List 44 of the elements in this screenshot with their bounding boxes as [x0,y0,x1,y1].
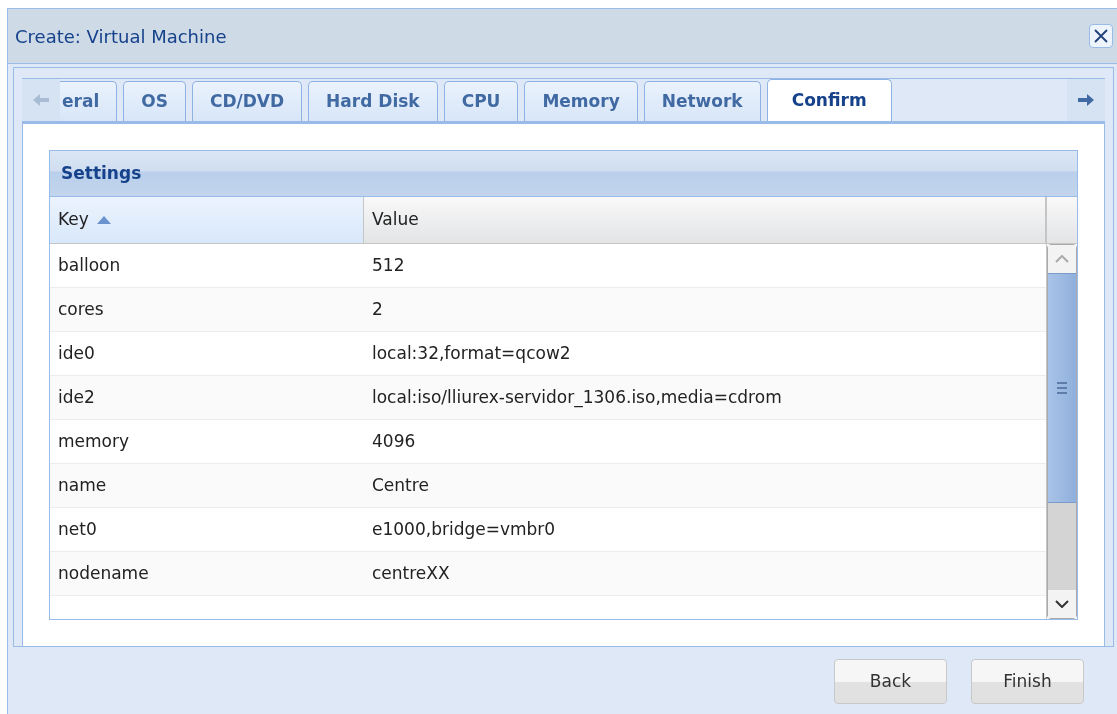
table-cell-text: nodename [57,561,150,585]
tab[interactable]: Memory [524,81,638,121]
tab[interactable]: CD/DVD [191,81,303,121]
table-cell-text: memory [57,429,131,453]
tab[interactable]: Network [643,81,761,121]
window-title: Create: Virtual Machine [15,24,227,49]
table-cell-text: cores [57,297,105,321]
scroll-down-icon [1055,600,1069,608]
table-cell-text: 2 [371,297,384,321]
tab[interactable]: CPU [443,81,519,121]
column-header[interactable]: Key [50,197,364,243]
grip-icon [1057,382,1067,394]
scroll-right-button[interactable] [1067,79,1105,121]
sort-up-icon [96,216,111,224]
arrow-left-icon [32,93,50,107]
table-cell-text: local:iso/lliurex-servidor_1306.iso,media=cdrom [371,385,783,410]
tab[interactable]: eral [60,81,118,121]
dialog-button[interactable]: Finish [971,659,1084,704]
table-row[interactable]: nodename centreXX [50,552,1046,596]
table-row[interactable]: ide2 local:iso/lliurex-servidor_1306.iso,media=cdrom [50,376,1046,420]
close-icon [1093,28,1109,44]
table-cell-text: Centre [371,473,430,497]
table-cell-text: ide0 [57,341,96,365]
table-cell-text: e1000,bridge=vmbr0 [371,517,557,541]
table-cell-text: ide2 [57,385,96,409]
table-row[interactable]: name Centre [50,464,1046,508]
tab[interactable]: Hard Disk [308,81,438,121]
close-button[interactable] [1089,24,1113,48]
table-cell-text: centreXX [371,561,451,585]
table-cell-text: 512 [371,253,406,277]
table-cell-text: 4096 [371,429,417,453]
table-cell-text: name [57,473,108,497]
arrow-right-icon [1077,93,1095,107]
table-cell-text: local:32,format=qcow2 [371,341,572,365]
tab[interactable]: OS [123,81,186,121]
scroll-up-icon [1055,255,1069,263]
dialog-button[interactable]: Back [834,659,947,704]
column-header[interactable]: Value [364,197,1046,243]
panel-title: Settings [61,161,142,185]
table-row[interactable]: cores 2 [50,288,1046,332]
tab[interactable]: Confirm [766,79,892,121]
table-cell-text: net0 [57,517,98,541]
scrollbar[interactable] [1047,244,1077,619]
table-cell-text: balloon [57,253,122,277]
